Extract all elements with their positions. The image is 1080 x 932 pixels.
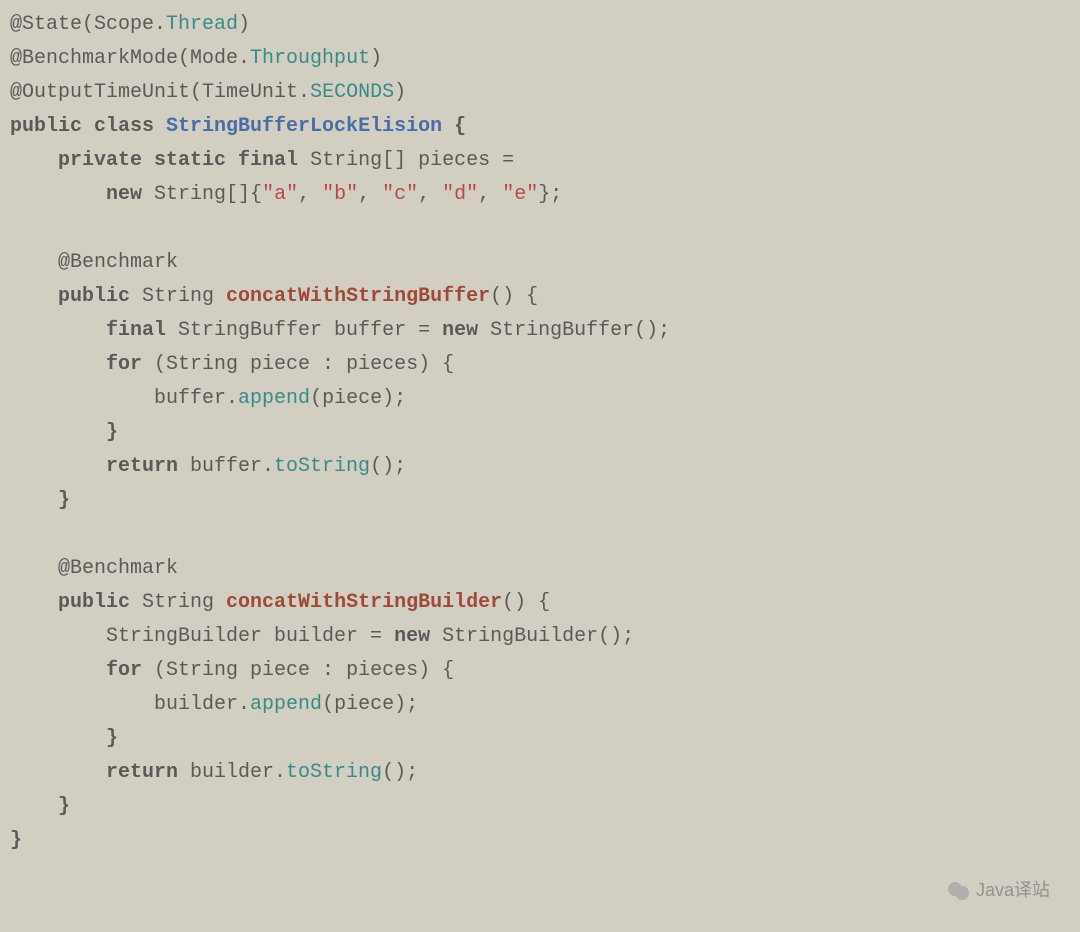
annotation: @OutputTimeUnit: [10, 81, 190, 104]
watermark: Java译站: [948, 875, 1050, 906]
wechat-icon: [948, 880, 970, 902]
method-name: concatWithStringBuilder: [226, 591, 502, 614]
annotation: @State: [10, 13, 82, 36]
annotation: @Benchmark: [58, 251, 178, 274]
keyword: public class: [10, 115, 166, 138]
code-block: @State(Scope.Thread) @BenchmarkMode(Mode…: [10, 8, 1070, 858]
annotation: @Benchmark: [58, 557, 178, 580]
class-name: StringBufferLockElision: [166, 115, 442, 138]
method-name: concatWithStringBuffer: [226, 285, 490, 308]
annotation: @BenchmarkMode: [10, 47, 178, 70]
watermark-text: Java译站: [976, 875, 1050, 906]
